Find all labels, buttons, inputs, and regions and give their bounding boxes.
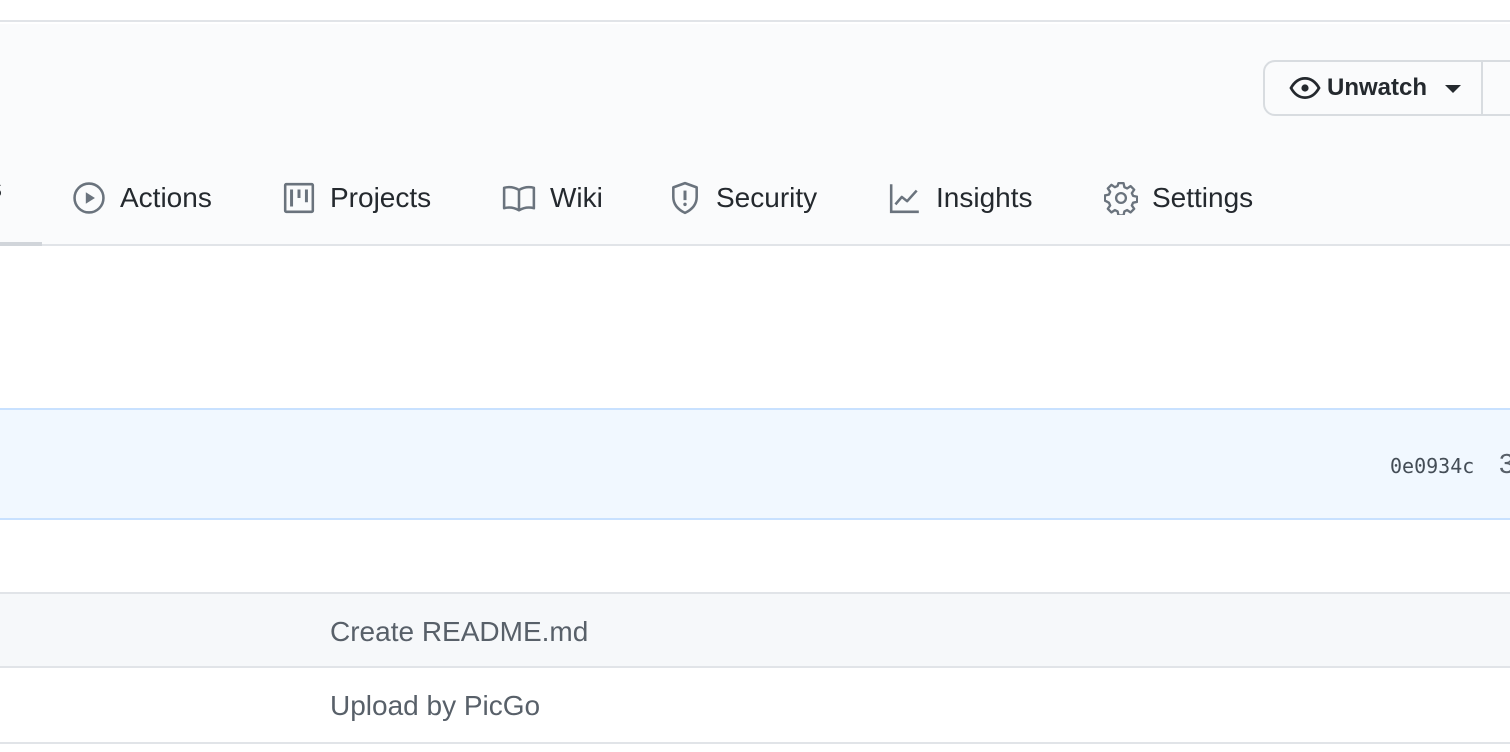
unwatch-button[interactable]: Unwatch (1263, 60, 1484, 116)
commit-message-link[interactable]: Create README.md (330, 616, 588, 648)
tab-underline (0, 242, 42, 246)
tab-label: Security (716, 182, 818, 213)
eye-icon (1289, 76, 1321, 100)
graph-icon (889, 184, 919, 214)
tab-label: Insights (936, 182, 1033, 213)
project-icon (283, 182, 315, 214)
tab-pull-requests-partial[interactable]: s (0, 172, 2, 204)
tab-label: Projects (330, 182, 432, 213)
unwatch-label: Unwatch (1327, 74, 1428, 101)
latest-commit-bar: 0e0934c 3 (0, 408, 1510, 520)
watch-button-group: Unwatch (1263, 60, 1510, 116)
commit-message-link[interactable]: Upload by PicGo (330, 690, 540, 722)
repo-tabs: s Actions Projects Wiki Security (0, 150, 1510, 246)
commit-sha-link[interactable]: 0e0934c (1390, 454, 1474, 478)
tab-label: Actions (120, 182, 212, 213)
book-icon (502, 185, 536, 212)
tab-insights[interactable]: Insights (888, 174, 1033, 222)
play-icon (73, 182, 105, 214)
tab-actions[interactable]: Actions (72, 174, 212, 222)
top-strip (0, 0, 1510, 22)
commit-time-partial: 3 (1499, 448, 1510, 479)
tab-security[interactable]: Security (668, 174, 817, 222)
tab-label: Settings (1152, 182, 1254, 213)
tab-settings[interactable]: Settings (1104, 174, 1253, 222)
shield-icon (672, 181, 698, 215)
file-row: Create README.md (0, 592, 1510, 666)
watch-count-button[interactable] (1483, 60, 1510, 116)
tab-wiki[interactable]: Wiki (502, 174, 603, 222)
gear-icon (1104, 181, 1138, 215)
tab-label: Wiki (550, 182, 603, 213)
file-row: Upload by PicGo (0, 666, 1510, 744)
tab-projects[interactable]: Projects (282, 174, 431, 222)
chevron-down-icon (1445, 85, 1462, 93)
